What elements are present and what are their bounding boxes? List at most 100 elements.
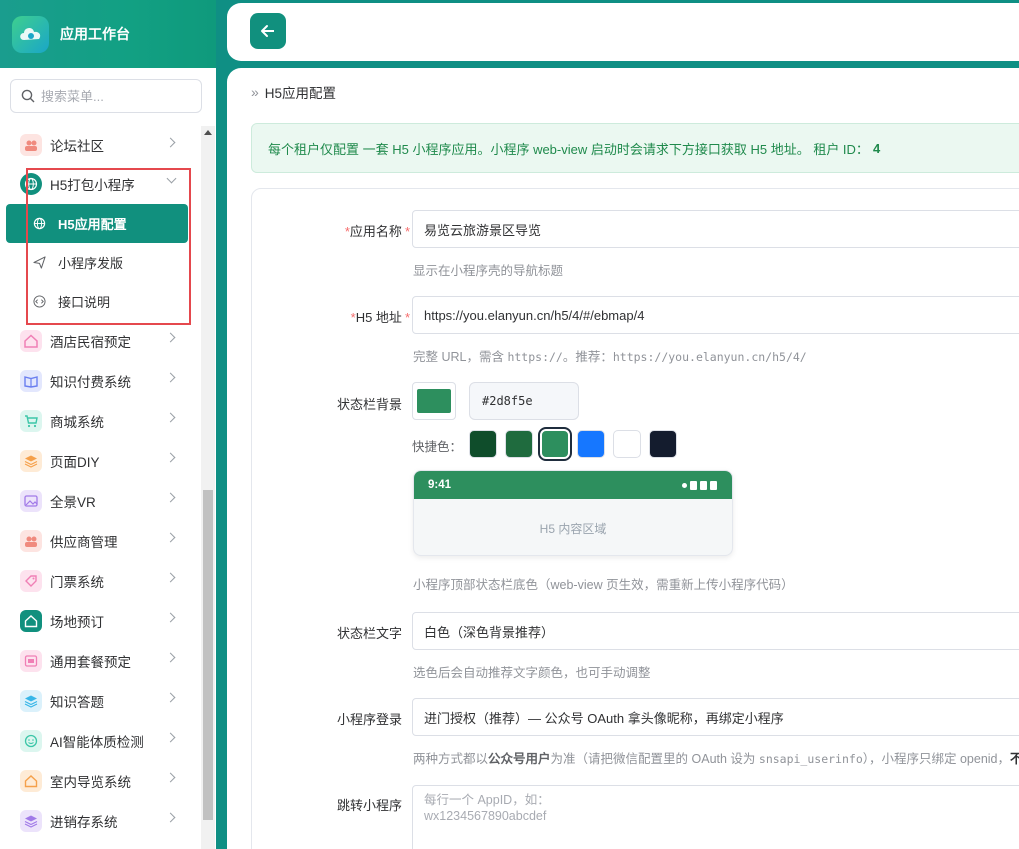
app-name-label: *应用名称 *: [344, 224, 410, 239]
chevron-right-icon: [165, 137, 176, 148]
ticket-icon: [20, 570, 42, 592]
jump-miniapp-textarea[interactable]: 每行一个 AppID，如： wx1234567890abcdef: [412, 785, 1019, 849]
image-icon: [20, 490, 42, 512]
statusbar-bg-hint: 小程序顶部状态栏底色（web-view 页生效，需重新上传小程序代码）: [413, 578, 794, 592]
miniapp-login-hint: 两种方式都以公众号用户为准（请把微信配置里的 OAuth 设为 snsapi_u…: [413, 752, 1019, 766]
statusbar-text-label: 状态栏文字: [336, 626, 402, 641]
sidebar-item-forum[interactable]: 论坛社区: [0, 126, 200, 164]
sidebar: 应用工作台 论坛社区 H5打包小程序 H5应用配置: [0, 0, 216, 849]
quick-color-chip-3-selected[interactable]: [538, 427, 572, 461]
back-button[interactable]: [250, 13, 286, 49]
miniapp-login-select[interactable]: 进门授权（推荐）— 公众号 OAuth 拿头像昵称，再绑定小程序: [412, 698, 1019, 736]
color-swatch-current: [417, 389, 451, 413]
quick-color-chip-6[interactable]: [649, 430, 677, 458]
sidebar-item-label: 场地预订: [50, 615, 104, 630]
notice-text: 每个租户仅配置 一套 H5 小程序应用。小程序 web-view 启动时会请求下…: [268, 141, 869, 157]
sidebar-item-vr[interactable]: 全景VR: [0, 481, 200, 521]
stack-icon: [20, 810, 42, 832]
sidebar-item-ticket[interactable]: 门票系统: [0, 561, 200, 601]
preview-body: H5 内容区域: [539, 521, 607, 536]
statusbar-text-hint: 选色后会自动推荐文字颜色，也可手动调整: [413, 666, 651, 680]
chevron-right-icon: [165, 732, 176, 743]
statusbar-preview: 9:41 H5 内容区域: [413, 470, 733, 556]
preview-time: 9:41: [428, 479, 452, 491]
scroll-up-arrow-icon[interactable]: [204, 130, 212, 135]
scrollbar-thumb[interactable]: [203, 490, 213, 820]
tenant-id: 4: [872, 140, 881, 156]
sidebar-item-mall[interactable]: 商城系统: [0, 401, 200, 441]
jump-miniapp-label: 跳转小程序: [336, 798, 402, 813]
sidebar-item-label: 门票系统: [50, 575, 104, 590]
home-icon: [20, 610, 42, 632]
chevron-right-icon: [165, 532, 176, 543]
textarea-placeholder-line: wx1234567890abcdef: [424, 809, 547, 823]
sidebar-item-label: 论坛社区: [50, 139, 104, 154]
sidebar-item-quiz[interactable]: 知识答题: [0, 681, 200, 721]
sidebar-scrollbar[interactable]: [201, 126, 215, 849]
sidebar-item-label: 酒店民宿预定: [50, 335, 131, 350]
chevron-right-icon: [165, 612, 176, 623]
double-chevron-right-icon: »: [251, 84, 259, 100]
hotel-icon: [20, 330, 42, 352]
breadcrumb-current: H5应用配置: [264, 86, 337, 101]
h5-url-label: *H5 地址 *: [350, 310, 410, 325]
house-icon: [20, 770, 42, 792]
smile-icon: [20, 730, 42, 752]
arrow-left-icon: [261, 25, 274, 37]
chevron-right-icon: [165, 372, 176, 383]
signal-battery-icon: [682, 480, 717, 490]
quick-color-chip-4[interactable]: [577, 430, 605, 458]
statusbar-bg-label: 状态栏背景: [336, 397, 402, 412]
miniapp-login-label: 小程序登录: [336, 712, 402, 727]
chevron-right-icon: [165, 332, 176, 343]
app-name-hint: 显示在小程序壳的导航标题: [413, 264, 564, 278]
cart-icon: [20, 410, 42, 432]
quick-color-chip-1[interactable]: [469, 430, 497, 458]
sidebar-item-label: 全景VR: [50, 495, 96, 510]
quick-color-chip-2[interactable]: [505, 430, 533, 458]
sidebar-item-hotel[interactable]: 酒店民宿预定: [0, 321, 200, 361]
chevron-right-icon: [165, 772, 176, 783]
stack-icon: [20, 690, 42, 712]
sidebar-item-inventory[interactable]: 进销存系统: [0, 801, 200, 841]
chevron-right-icon: [165, 452, 176, 463]
sidebar-item-supplier[interactable]: 供应商管理: [0, 521, 200, 561]
quick-color-chip-5[interactable]: [613, 430, 641, 458]
info-notice: 每个租户仅配置 一套 H5 小程序应用。小程序 web-view 启动时会请求下…: [251, 123, 1019, 173]
top-bar: [227, 3, 1019, 61]
book-icon: [20, 370, 42, 392]
color-picker-button[interactable]: [412, 382, 456, 420]
hex-color-input[interactable]: #2d8f5e: [469, 382, 579, 420]
sidebar-item-indoor-guide[interactable]: 室内导览系统: [0, 761, 200, 801]
sidebar-item-label: 页面DIY: [50, 455, 100, 470]
chevron-right-icon: [165, 412, 176, 423]
sidebar-item-page-diy[interactable]: 页面DIY: [0, 441, 200, 481]
main-content: » H5应用配置 每个租户仅配置 一套 H5 小程序应用。小程序 web-vie…: [227, 68, 1019, 849]
chevron-right-icon: [165, 492, 176, 503]
sidebar-item-label: 知识付费系统: [50, 375, 131, 390]
h5-url-input[interactable]: https://you.elanyun.cn/h5/4/#/ebmap/4: [412, 296, 1019, 334]
sidebar-item-ai-health[interactable]: AI智能体质检测: [0, 721, 200, 761]
sidebar-item-venue[interactable]: 场地预订: [0, 601, 200, 641]
app-logo-icon: [12, 15, 49, 53]
chevron-right-icon: [165, 572, 176, 583]
sidebar-item-label: 商城系统: [50, 415, 104, 430]
textarea-placeholder-line: 每行一个 AppID，如：: [424, 793, 550, 807]
statusbar-text-select[interactable]: 白色（深色背景推荐）: [412, 612, 1019, 650]
sidebar-item-label: AI智能体质检测: [50, 735, 144, 750]
chevron-right-icon: [165, 652, 176, 663]
h5-url-hint: 完整 URL，需含 https://。推荐：https://you.elanyu…: [413, 350, 807, 364]
menu-search-box[interactable]: [10, 79, 202, 113]
sidebar-item-package[interactable]: 通用套餐预定: [0, 641, 200, 681]
package-icon: [20, 650, 42, 672]
menu-search-input[interactable]: [41, 88, 181, 104]
community-icon: [20, 134, 42, 156]
quick-color-label: 快捷色：: [412, 440, 463, 454]
sidebar-item-label: 通用套餐预定: [50, 655, 131, 670]
config-form: *应用名称 * 易览云旅游景区导览 显示在小程序壳的导航标题 *H5 地址 * ht…: [251, 188, 1019, 849]
sidebar-item-knowledge-pay[interactable]: 知识付费系统: [0, 361, 200, 401]
brand-header: 应用工作台: [0, 0, 216, 68]
app-name-input[interactable]: 易览云旅游景区导览: [412, 210, 1019, 248]
layers-icon: [20, 450, 42, 472]
breadcrumb: » H5应用配置: [251, 82, 336, 102]
